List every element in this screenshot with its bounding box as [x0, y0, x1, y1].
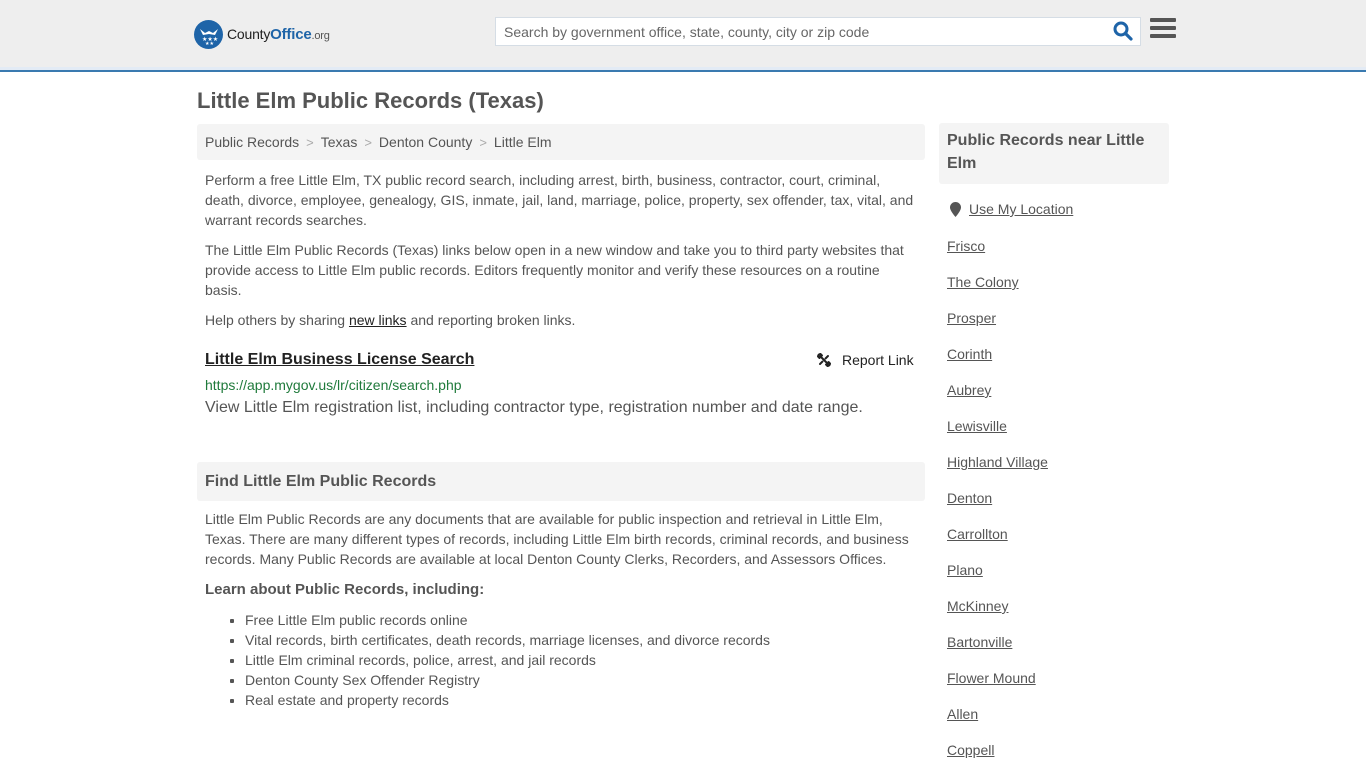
record-title-link[interactable]: Little Elm Business License Search	[205, 351, 474, 369]
search-box	[495, 17, 1141, 46]
list-item: Free Little Elm public records online	[230, 610, 770, 630]
list-item: Bartonville	[947, 633, 1048, 669]
list-item: Carrollton	[947, 525, 1048, 561]
list-item: Frisco	[947, 237, 1048, 273]
nearby-city-link[interactable]: Plano	[947, 562, 983, 578]
nearby-city-link[interactable]: Aubrey	[947, 382, 991, 398]
nearby-city-link[interactable]: Prosper	[947, 310, 996, 326]
nearby-city-link[interactable]: Allen	[947, 706, 978, 722]
nearby-city-link[interactable]: The Colony	[947, 274, 1019, 290]
list-item: Corinth	[947, 345, 1048, 381]
top-navigation-bar: ★★★ ★★ CountyOffice.org	[0, 0, 1366, 72]
list-item: Aubrey	[947, 381, 1048, 417]
logo-wordmark: CountyOffice.org	[227, 26, 330, 43]
list-item: Flower Mound	[947, 669, 1048, 705]
nearby-city-link[interactable]: Denton	[947, 490, 992, 506]
nearby-city-link[interactable]: Highland Village	[947, 454, 1048, 470]
location-pin-icon	[950, 201, 961, 217]
new-links-link[interactable]: new links	[349, 312, 407, 328]
nearby-cities-list: Frisco The Colony Prosper Corinth Aubrey…	[947, 237, 1048, 777]
nearby-city-link[interactable]: Corinth	[947, 346, 992, 362]
nearby-city-link[interactable]: Bartonville	[947, 634, 1012, 650]
list-item: Denton	[947, 489, 1048, 525]
hamburger-menu-button[interactable]	[1150, 18, 1176, 42]
breadcrumb: Public Records > Texas > Denton County >…	[197, 124, 925, 160]
list-item: Prosper	[947, 309, 1048, 345]
breadcrumb-separator: >	[306, 134, 314, 150]
record-url: https://app.mygov.us/lr/citizen/search.p…	[205, 377, 462, 393]
nearby-city-link[interactable]: Carrollton	[947, 526, 1008, 542]
site-logo[interactable]: ★★★ ★★ CountyOffice.org	[194, 20, 330, 49]
report-link-button[interactable]: Report Link	[816, 352, 914, 368]
report-link-label: Report Link	[842, 352, 914, 368]
use-my-location: Use My Location	[950, 201, 1073, 217]
nearby-city-link[interactable]: Coppell	[947, 742, 994, 758]
nearby-city-link[interactable]: Frisco	[947, 238, 985, 254]
list-item: Allen	[947, 705, 1048, 741]
search-button[interactable]	[1112, 21, 1134, 43]
help-text-before: Help others by sharing	[205, 312, 349, 328]
nearby-city-link[interactable]: McKinney	[947, 598, 1008, 614]
record-description: View Little Elm registration list, inclu…	[205, 399, 863, 416]
intro-paragraph: Perform a free Little Elm, TX public rec…	[205, 172, 914, 228]
search-icon	[1113, 21, 1133, 41]
help-text-after: and reporting broken links.	[406, 312, 576, 328]
breadcrumb-separator: >	[479, 134, 487, 150]
list-item: Denton County Sex Offender Registry	[230, 670, 770, 690]
list-item: McKinney	[947, 597, 1048, 633]
list-item: Coppell	[947, 741, 1048, 777]
disclaimer-paragraph: The Little Elm Public Records (Texas) li…	[205, 242, 904, 298]
breadcrumb-texas[interactable]: Texas	[321, 134, 358, 150]
menu-icon-bar	[1150, 26, 1176, 30]
list-item: Plano	[947, 561, 1048, 597]
breadcrumb-separator: >	[364, 134, 372, 150]
find-records-paragraph: Little Elm Public Records are any docume…	[205, 511, 909, 567]
search-input[interactable]	[496, 18, 1096, 45]
eagle-stars-icon: ★★★ ★★	[194, 20, 223, 49]
list-item: Real estate and property records	[230, 690, 770, 710]
svg-text:★★: ★★	[205, 41, 214, 46]
learn-list: Free Little Elm public records online Vi…	[230, 610, 770, 710]
list-item: Highland Village	[947, 453, 1048, 489]
find-records-heading: Find Little Elm Public Records	[197, 462, 925, 501]
list-item: Lewisville	[947, 417, 1048, 453]
learn-heading: Learn about Public Records, including:	[205, 581, 485, 598]
page-title: Little Elm Public Records (Texas)	[197, 88, 544, 113]
breadcrumb-denton-county[interactable]: Denton County	[379, 134, 472, 150]
sidebar-heading: Public Records near Little Elm	[939, 123, 1169, 184]
list-item: Vital records, birth certificates, death…	[230, 632, 770, 648]
broken-link-icon	[816, 352, 832, 368]
list-item: The Colony	[947, 273, 1048, 309]
breadcrumb-public-records[interactable]: Public Records	[205, 134, 299, 150]
menu-icon-bar	[1150, 34, 1176, 38]
breadcrumb-little-elm[interactable]: Little Elm	[494, 134, 552, 150]
nearby-city-link[interactable]: Lewisville	[947, 418, 1007, 434]
use-my-location-link[interactable]: Use My Location	[969, 201, 1073, 217]
list-item: Little Elm criminal records, police, arr…	[230, 650, 770, 670]
nearby-city-link[interactable]: Flower Mound	[947, 670, 1036, 686]
help-paragraph: Help others by sharing new links and rep…	[205, 310, 920, 330]
menu-icon-bar	[1150, 18, 1176, 22]
